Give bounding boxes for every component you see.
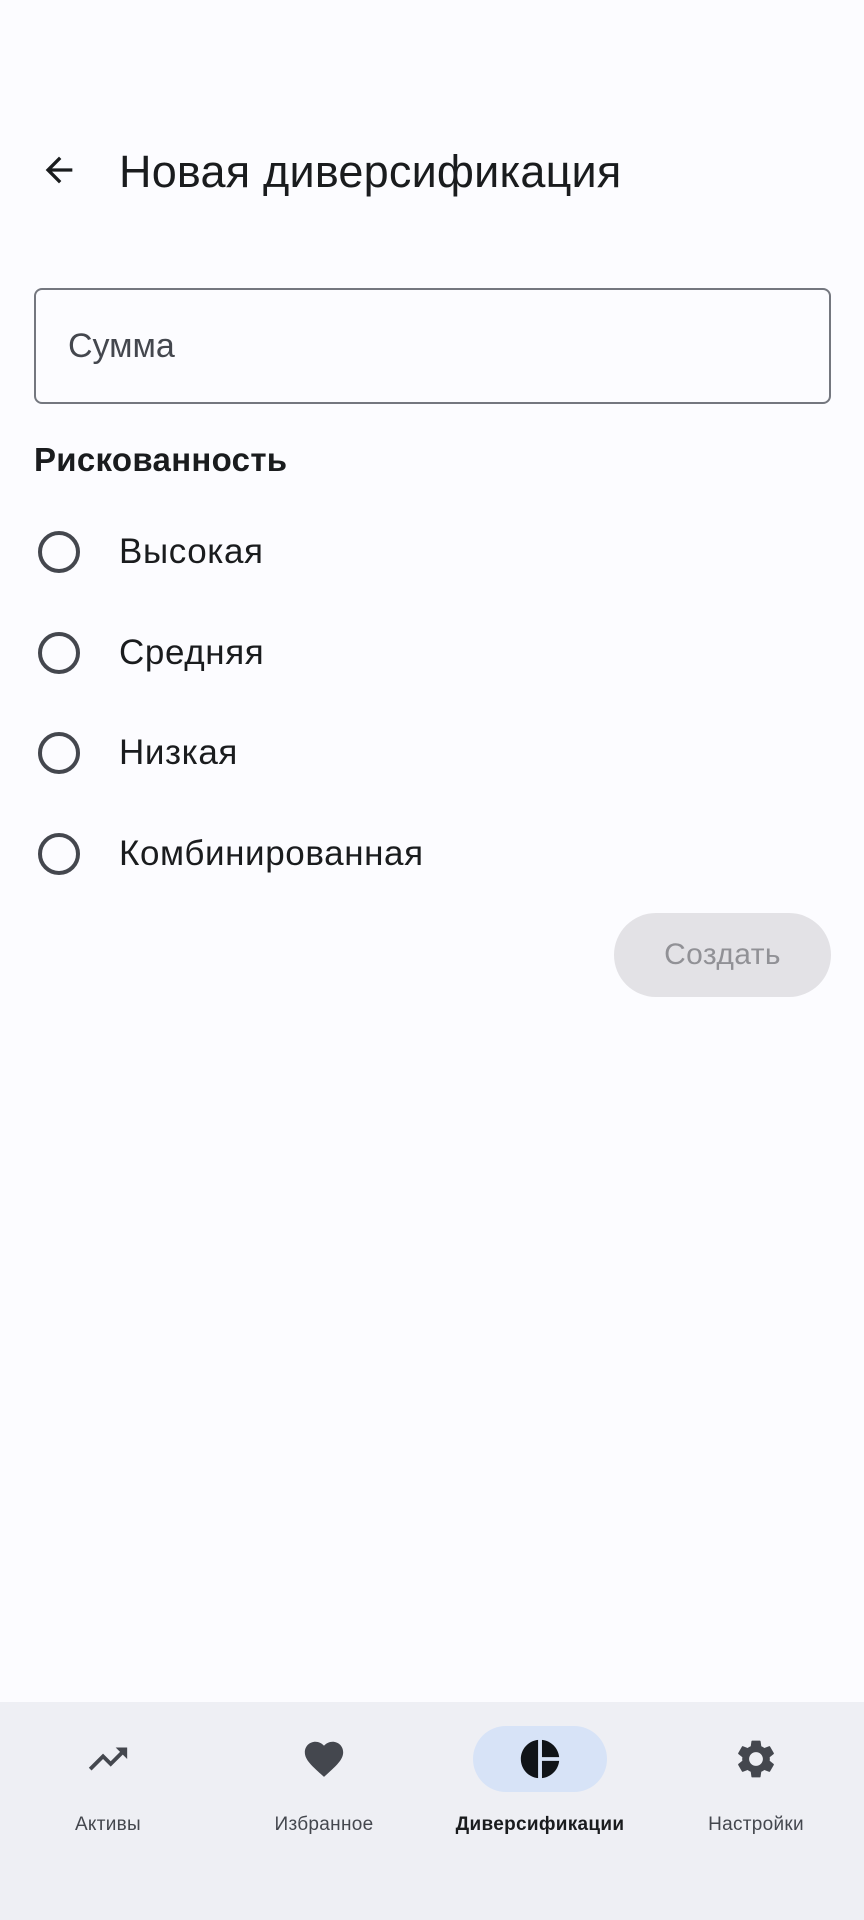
page-title: Новая диверсификация: [119, 146, 622, 197]
nav-label: Настройки: [708, 1814, 804, 1835]
radio-option-medium[interactable]: Средняя: [0, 603, 864, 703]
gear-icon: [738, 1740, 774, 1778]
pie-chart-icon: [520, 1739, 560, 1779]
radio-label: Средняя: [119, 633, 265, 672]
radio-label: Высокая: [119, 532, 264, 571]
risk-label: Рискованность: [34, 441, 288, 478]
radio-button[interactable]: [38, 833, 80, 875]
nav-label: Диверсификации: [455, 1814, 625, 1835]
back-button[interactable]: [27, 138, 91, 202]
heart-icon: [304, 1741, 344, 1777]
radio-label: Комбинированная: [119, 834, 424, 873]
radio-button[interactable]: [38, 632, 80, 674]
radio-button[interactable]: [38, 531, 80, 573]
nav-item-settings[interactable]: Настройки: [648, 1702, 864, 1920]
nav-item-diversifications[interactable]: Диверсификации: [432, 1702, 648, 1920]
amount-input[interactable]: [36, 290, 829, 402]
create-button[interactable]: Создать: [614, 913, 831, 997]
trending-up-icon: [88, 1747, 128, 1771]
nav-indicator-active: [473, 1726, 607, 1792]
radio-label: Низкая: [119, 733, 238, 772]
nav-item-favorites[interactable]: Избранное: [216, 1702, 432, 1920]
nav-label: Избранное: [274, 1814, 374, 1835]
bottom-navigation: Активы Избранное Диверсификации Настройк…: [0, 1702, 864, 1920]
arrow-back-icon: [45, 156, 73, 184]
radio-option-combined[interactable]: Комбинированная: [0, 804, 864, 904]
nav-indicator: [257, 1726, 391, 1792]
radio-button[interactable]: [38, 732, 80, 774]
new-diversification-screen: Новая диверсификация Рискованность Высок…: [0, 0, 864, 1920]
radio-option-low[interactable]: Низкая: [0, 703, 864, 803]
nav-indicator: [689, 1726, 823, 1792]
radio-option-high[interactable]: Высокая: [0, 502, 864, 602]
nav-item-assets[interactable]: Активы: [0, 1702, 216, 1920]
nav-label: Активы: [74, 1814, 142, 1835]
top-app-bar: Новая диверсификация: [0, 110, 864, 230]
amount-field[interactable]: [34, 288, 831, 404]
nav-indicator: [41, 1726, 175, 1792]
